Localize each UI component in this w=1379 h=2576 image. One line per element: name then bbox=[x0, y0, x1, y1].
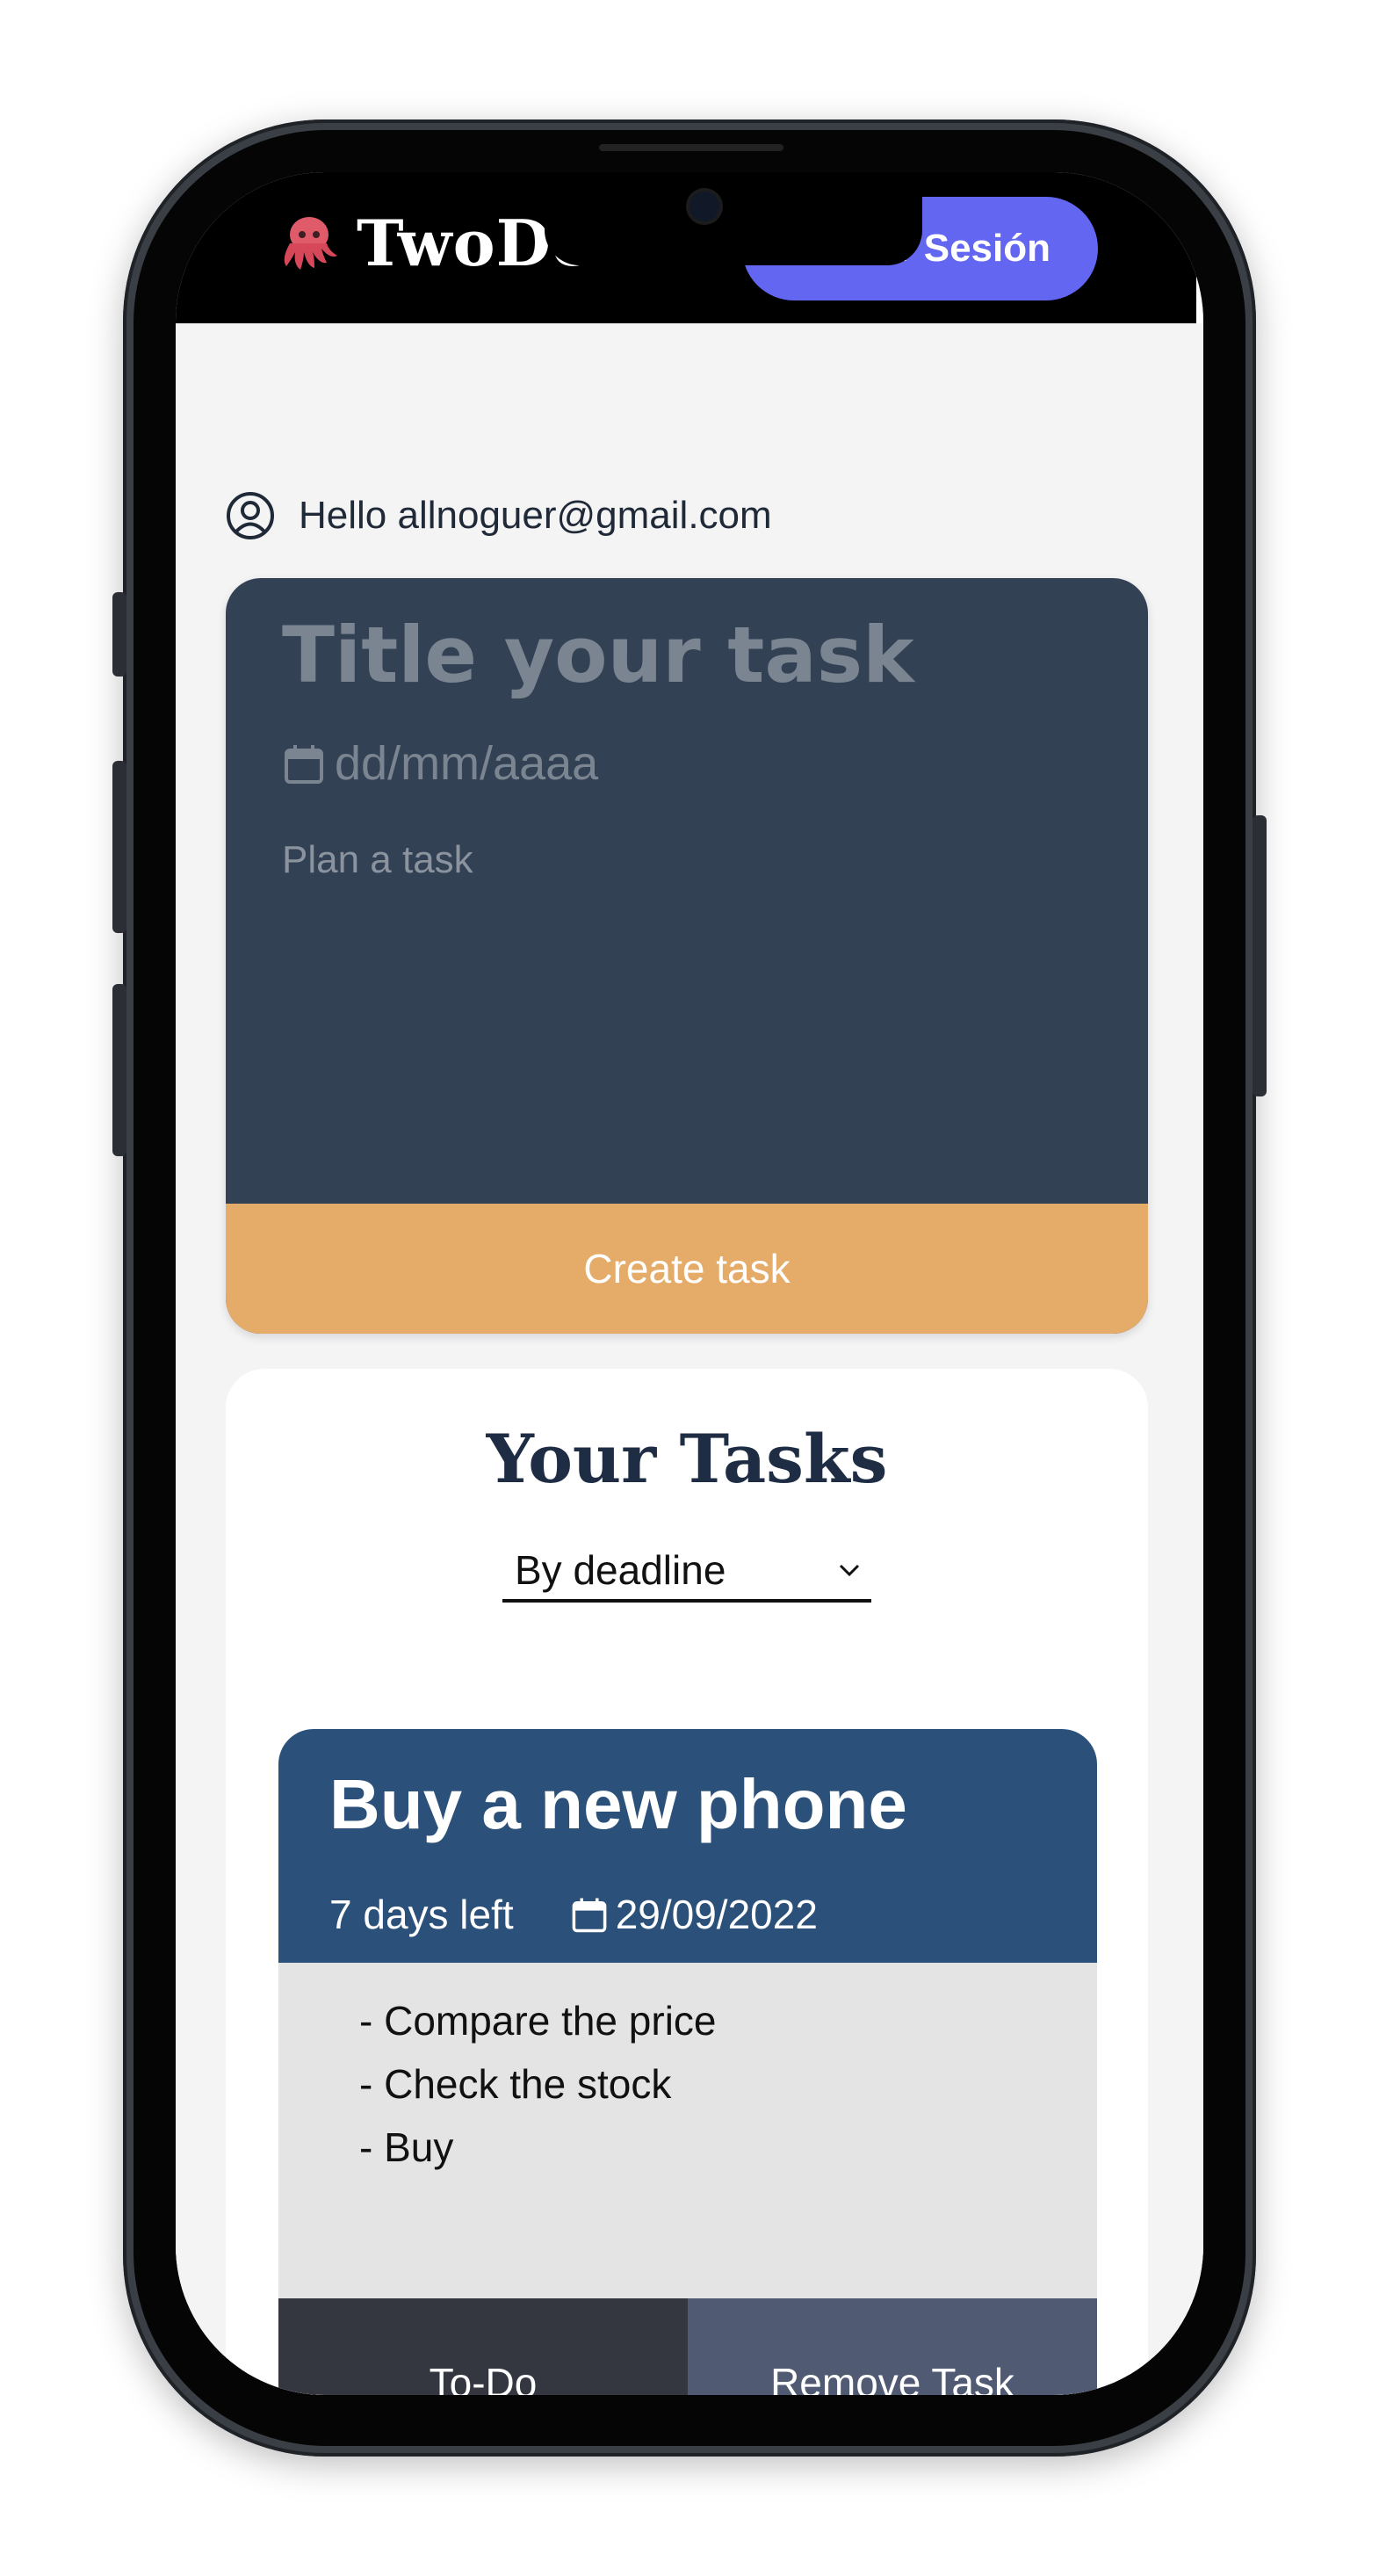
days-left: 7 days left bbox=[329, 1892, 514, 1937]
sort-select[interactable]: By deadline bbox=[502, 1541, 871, 1603]
user-greeting: Hello allnoguer@gmail.com bbox=[225, 490, 772, 541]
volume-down-button bbox=[112, 984, 126, 1156]
task-line: - Check the stock bbox=[359, 2061, 672, 2107]
due-date-text: 29/09/2022 bbox=[615, 1892, 818, 1937]
task-date-input[interactable]: dd/mm/aaaa bbox=[282, 736, 598, 791]
calendar-icon bbox=[285, 745, 323, 784]
task-line: - Compare the price bbox=[359, 1998, 717, 2044]
power-button bbox=[1253, 815, 1267, 1096]
dynamic-island bbox=[545, 172, 922, 265]
task-line: - Buy bbox=[359, 2124, 454, 2170]
task-title: Buy a new phone bbox=[329, 1765, 907, 1843]
topbar-edge bbox=[1196, 269, 1203, 323]
app-screen: TwoDo ar Sesión Hello allnoguer@gmail.co… bbox=[176, 172, 1203, 2395]
main-content: Hello allnoguer@gmail.com Title your tas… bbox=[176, 323, 1203, 2395]
tasks-heading: Your Tasks bbox=[486, 1420, 888, 1498]
task-description: - Compare the price - Check the stock - … bbox=[359, 1989, 717, 2179]
volume-up-button bbox=[112, 761, 126, 933]
octopus-icon bbox=[284, 216, 337, 270]
task-header: Buy a new phone 7 days left 29/09/2022 bbox=[278, 1729, 1097, 1963]
date-placeholder: dd/mm/aaaa bbox=[335, 737, 599, 790]
camera-icon bbox=[690, 192, 719, 221]
todo-status-button[interactable]: To-Do bbox=[278, 2298, 688, 2395]
task-actions: To-Do Remove Task bbox=[278, 2298, 1097, 2395]
new-task-form: Title your task dd/mm/aaaa Plan a task C… bbox=[226, 578, 1148, 1334]
task-meta: 7 days left 29/09/2022 bbox=[329, 1891, 818, 1938]
task-card: Buy a new phone 7 days left 29/09/2022 -… bbox=[278, 1729, 1097, 2395]
task-body: - Compare the price - Check the stock - … bbox=[278, 1963, 1097, 2298]
remove-task-button[interactable]: Remove Task bbox=[688, 2298, 1097, 2395]
navbar: TwoDo ar Sesión bbox=[176, 172, 1203, 323]
task-description-input[interactable]: Plan a task bbox=[282, 838, 473, 882]
sort-value: By deadline bbox=[515, 1547, 726, 1593]
chevron-down-icon bbox=[839, 1564, 860, 1577]
mute-switch bbox=[112, 592, 126, 677]
task-title-input[interactable]: Title your task bbox=[282, 610, 914, 700]
tasks-panel: Your Tasks By deadline Buy a new phone 7… bbox=[226, 1369, 1148, 2395]
due-date: 29/09/2022 bbox=[570, 1891, 818, 1938]
speaker-grill bbox=[599, 144, 783, 151]
calendar-icon bbox=[572, 1898, 607, 1933]
user-avatar-icon bbox=[227, 492, 274, 539]
create-task-button[interactable]: Create task bbox=[226, 1204, 1148, 1334]
greeting-text: Hello allnoguer@gmail.com bbox=[299, 494, 772, 537]
